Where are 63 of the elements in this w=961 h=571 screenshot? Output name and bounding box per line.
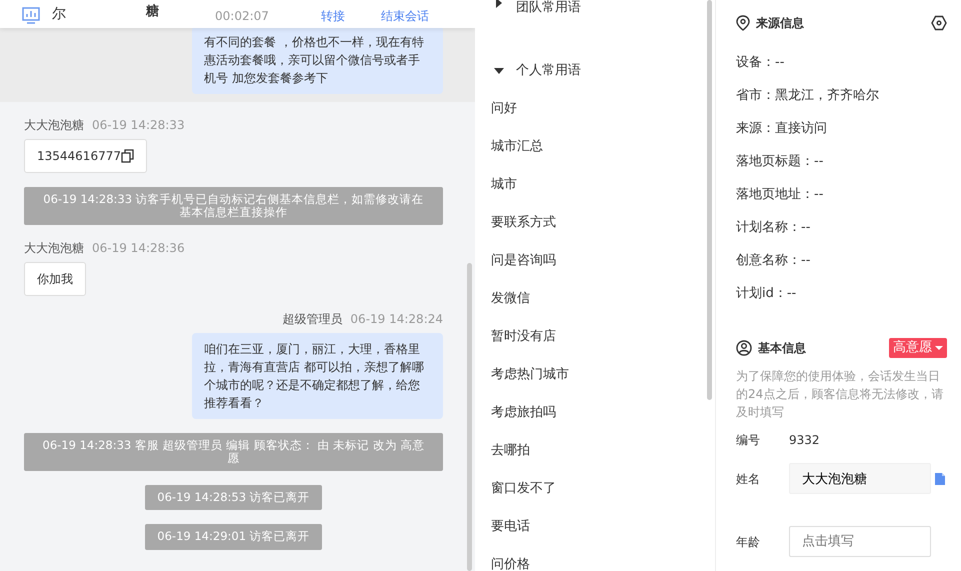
user-circle-icon [736,340,752,356]
sender-name: 大大泡泡糖 [24,118,84,132]
intent-tag-dropdown[interactable]: 高意愿 [889,338,947,358]
phrase-item[interactable]: 去哪拍 [475,432,715,470]
info-row-text: 省市：黑龙江，齐齐哈尔 [736,86,880,105]
agent-message: 咱们在三亚，厦门，丽江，大理，香格里拉，青海有直营店 都可以拍，亲想了解哪个城市的呢？还是不确定都想了解，给您推荐看看？ [192,333,443,419]
phrase-item[interactable]: 窗口发不了 [475,470,715,508]
caret-down-icon [494,66,504,76]
field-value: 9332 [789,432,820,449]
field-label: 姓名 [736,470,761,488]
notice-text: 为了保障您的使用体验，会话发生当日的24点之后，顾客信息将无法修改，请及时填写 [736,368,944,421]
copy-icon[interactable] [934,472,946,486]
message-time: 06-19 14:28:24 [350,312,443,326]
message-text: 你加我 [37,271,73,288]
phrase-item[interactable]: 考虑旅拍吗 [475,394,715,432]
sender-name: 大大泡泡糖 [24,241,84,255]
info-row-text: 来源：直接访问 [736,120,828,138]
status-notice: 06-19 14:29:01 访客已离开 [145,524,322,550]
field-label: 编号 [736,432,761,449]
section-title: 来源信息 [756,15,805,32]
phrase-item[interactable]: 问价格 [475,546,715,571]
info-row-text: 计划id：-- [736,284,798,303]
location-pin-icon [736,15,750,31]
session-duration: 00:02:07 [215,8,269,25]
info-row-text: 创意名称：-- [736,252,812,270]
info-row-text: 计划名称：-- [736,218,812,237]
info-row-text: 设备：-- [736,54,786,72]
end-session-link[interactable]: 结束会话 [380,7,429,25]
phrase-group-header[interactable]: 个人常用语 [475,52,715,90]
phrase-item[interactable]: 城市汇总 [475,128,715,166]
info-row-text: 落地页地址：-- [736,186,824,204]
input-field[interactable]: 点击填写 [789,526,931,557]
copy-icon [120,149,134,163]
caret-down-icon [935,345,943,351]
phrase-item[interactable]: 发微信 [475,280,715,318]
message-time: 06-19 14:28:36 [92,241,185,255]
scrollbar[interactable] [707,0,712,400]
message-time: 06-19 14:28:33 [92,118,185,132]
message-text: 13544616777 [37,148,121,165]
status-notice: 06-19 14:28:53 访客已离开 [145,485,322,510]
input-field[interactable]: 大大泡泡糖 [789,463,931,494]
phrase-item[interactable]: 暂时没有店 [475,318,715,356]
transfer-link[interactable]: 转接 [320,7,345,25]
caret-right-icon [494,0,504,8]
phrase-group-header[interactable]: 团队常用语 [475,0,715,14]
settings-icon[interactable] [931,15,947,31]
info-row-text: 落地页标题：-- [736,152,824,171]
field-label: 年龄 [736,534,761,550]
phrase-item[interactable]: 城市 [475,166,715,204]
phrase-item[interactable]: 要电话 [475,508,715,546]
agent-message: 有不同的套餐 ，价格也不一样，现在有特惠活动套餐哦，亲可以留个微信号或者手机号 加您发套餐参考下 [192,26,443,94]
system-message: 06-19 14:28:33 访客手机号已自动标记右侧基本信息栏，如需修改请在基本信息栏直接操作 [24,187,443,225]
scrollbar[interactable] [467,263,472,571]
visitor-region: 尔 [52,5,66,24]
phrase-item[interactable]: 问好 [475,90,715,128]
section-title: 基本信息 [758,340,807,357]
phrase-item[interactable]: 考虑热门城市 [475,356,715,394]
phrase-item[interactable]: 要联系方式 [475,204,715,242]
system-message: 06-19 14:28:33 客服 超级管理员 编辑 顾客状态： 由 未标记 改为 高意愿 [24,433,443,471]
phrase-item[interactable]: 问是咨询吗 [475,242,715,280]
visitor-name: 糖 [146,4,159,19]
sender-name: 超级管理员 [282,312,342,326]
monitor-icon [22,7,40,25]
